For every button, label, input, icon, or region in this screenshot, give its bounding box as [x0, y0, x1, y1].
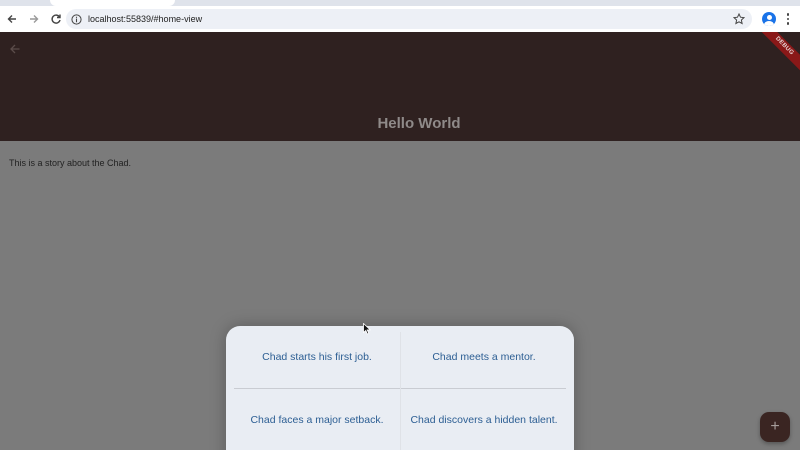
address-bar[interactable]: localhost:55839/#home-view	[66, 9, 752, 29]
forward-button[interactable]	[24, 9, 44, 29]
profile-avatar-icon[interactable]	[762, 12, 776, 26]
reload-icon	[51, 14, 61, 24]
bookmark-star-icon[interactable]	[732, 12, 746, 26]
add-icon: +	[770, 418, 780, 435]
back-arrow-icon	[7, 15, 16, 23]
choice-bottom-sheet: Chad starts his first job. Chad meets a …	[226, 326, 574, 450]
site-info-icon[interactable]	[70, 13, 82, 25]
browser-toolbar: localhost:55839/#home-view	[0, 6, 800, 32]
back-button[interactable]	[2, 9, 22, 29]
back-arrow-icon	[10, 44, 20, 54]
story-text: This is a story about the Chad.	[9, 158, 132, 168]
choice-option[interactable]: Chad faces a major setback.	[234, 389, 400, 450]
choice-option[interactable]: Chad starts his first job.	[234, 326, 400, 388]
app-back-button[interactable]	[6, 40, 24, 58]
forward-arrow-icon	[30, 15, 39, 23]
mouse-cursor-icon	[363, 323, 371, 335]
add-fab-button[interactable]: +	[760, 412, 790, 442]
choice-option[interactable]: Chad meets a mentor.	[401, 326, 567, 388]
app-bar: Hello World	[0, 32, 800, 141]
url-text[interactable]: localhost:55839/#home-view	[88, 14, 202, 24]
reload-button[interactable]	[46, 9, 66, 29]
browser-menu-icon[interactable]	[784, 12, 792, 26]
choice-option[interactable]: Chad discovers a hidden talent.	[401, 389, 567, 450]
page-title: Hello World	[377, 115, 461, 132]
app-viewport: Hello World DEBUG This is a story about …	[0, 32, 800, 450]
